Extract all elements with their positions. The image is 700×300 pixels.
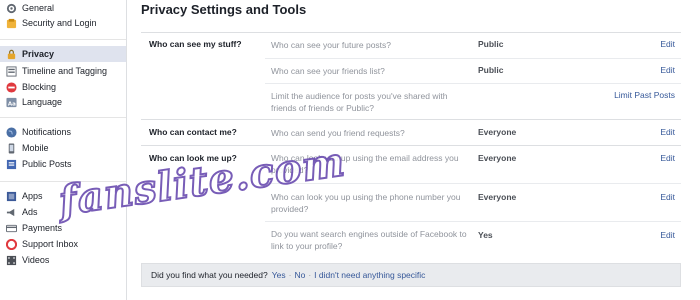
setting-value: Public bbox=[478, 65, 504, 75]
edit-future-posts-link[interactable]: Edit bbox=[660, 39, 675, 49]
sidebar-item-timeline[interactable]: Timeline and Tagging bbox=[0, 63, 126, 79]
setting-value: Everyone bbox=[478, 192, 517, 202]
section-who-can-see: Who can see my stuff? Who can see your f… bbox=[141, 32, 681, 119]
lifebuoy-icon bbox=[5, 238, 17, 250]
sidebar-item-label: Blocking bbox=[22, 82, 57, 92]
setting-value: Public bbox=[478, 39, 504, 49]
feedback-question: Did you find what you needed? bbox=[151, 270, 268, 280]
section-label: Who can look me up? bbox=[149, 153, 237, 163]
sidebar-item-privacy[interactable]: Privacy bbox=[0, 46, 126, 62]
sidebar-item-label: Payments bbox=[22, 223, 63, 233]
edit-friends-list-link[interactable]: Edit bbox=[660, 65, 675, 75]
separator-dot: · bbox=[288, 270, 292, 280]
sidebar-divider bbox=[0, 181, 126, 182]
gear-icon bbox=[5, 2, 17, 14]
payments-icon bbox=[5, 222, 17, 234]
timeline-icon bbox=[5, 65, 17, 77]
separator-dot: · bbox=[308, 270, 312, 280]
setting-question: Who can see your friends list? bbox=[271, 66, 385, 76]
edit-email-lookup-link[interactable]: Edit bbox=[660, 153, 675, 163]
settings-sidebar: General Security and Login Privacy Timel… bbox=[0, 0, 127, 300]
edit-friend-requests-link[interactable]: Edit bbox=[660, 127, 675, 137]
sidebar-item-label: Privacy bbox=[22, 49, 55, 59]
sidebar-item-notifications[interactable]: Notifications bbox=[0, 124, 126, 140]
setting-question: Who can send you friend requests? bbox=[271, 128, 405, 138]
sidebar-item-ads[interactable]: Ads bbox=[0, 204, 126, 220]
setting-question: Limit the audience for posts you've shar… bbox=[271, 91, 448, 113]
section-who-can-contact: Who can contact me? Who can send you fri… bbox=[141, 119, 681, 146]
setting-value: Everyone bbox=[478, 153, 517, 163]
sidebar-item-label: Public Posts bbox=[22, 159, 72, 169]
sidebar-item-label: Videos bbox=[22, 255, 50, 265]
setting-row: Who can send you friend requests? Everyo… bbox=[265, 120, 681, 146]
sidebar-item-apps[interactable]: Apps bbox=[0, 188, 126, 204]
setting-question: Who can look you up using the email addr… bbox=[271, 153, 459, 175]
setting-row: Do you want search engines outside of Fa… bbox=[265, 221, 681, 257]
page-title: Privacy Settings and Tools bbox=[141, 2, 307, 17]
feedback-yes-link[interactable]: Yes bbox=[272, 270, 286, 280]
sidebar-item-label: Notifications bbox=[22, 127, 72, 137]
sidebar-item-label: General bbox=[22, 3, 55, 13]
edit-search-engines-link[interactable]: Edit bbox=[660, 230, 675, 240]
setting-row: Who can look you up using the phone numb… bbox=[265, 183, 681, 222]
setting-value: Everyone bbox=[478, 127, 517, 137]
edit-phone-lookup-link[interactable]: Edit bbox=[660, 192, 675, 202]
sidebar-item-videos[interactable]: Videos bbox=[0, 252, 126, 268]
sidebar-item-blocking[interactable]: Blocking bbox=[0, 79, 126, 95]
section-label: Who can see my stuff? bbox=[149, 39, 242, 49]
sidebar-divider bbox=[0, 39, 126, 40]
sidebar-item-label: Language bbox=[22, 97, 63, 107]
sidebar-item-label: Apps bbox=[22, 191, 43, 201]
sidebar-item-label: Timeline and Tagging bbox=[22, 66, 108, 76]
section-who-can-look-up: Who can look me up? Who can look you up … bbox=[141, 145, 681, 256]
sidebar-item-label: Security and Login bbox=[22, 18, 97, 28]
setting-value: Yes bbox=[478, 230, 493, 240]
apps-icon bbox=[5, 190, 17, 202]
setting-question: Who can see your future posts? bbox=[271, 40, 392, 50]
setting-question: Do you want search engines outside of Fa… bbox=[271, 229, 467, 251]
feedback-bar: Did you find what you needed? Yes · No ·… bbox=[141, 263, 681, 287]
section-label: Who can contact me? bbox=[149, 127, 237, 137]
setting-row: Who can look you up using the email addr… bbox=[265, 146, 681, 183]
svg-text:Aa: Aa bbox=[7, 101, 15, 107]
sidebar-item-public-posts[interactable]: Public Posts bbox=[0, 156, 126, 172]
sidebar-item-language[interactable]: Aa Language bbox=[0, 94, 126, 110]
sidebar-item-payments[interactable]: Payments bbox=[0, 220, 126, 236]
language-icon: Aa bbox=[5, 96, 17, 108]
sidebar-item-mobile[interactable]: Mobile bbox=[0, 140, 126, 156]
sidebar-item-label: Mobile bbox=[22, 143, 49, 153]
block-icon bbox=[5, 81, 17, 93]
ads-icon bbox=[5, 206, 17, 218]
sidebar-item-support-inbox[interactable]: Support Inbox bbox=[0, 236, 126, 252]
setting-row: Who can see your friends list? Public Ed… bbox=[265, 58, 681, 84]
sidebar-item-label: Ads bbox=[22, 207, 38, 217]
video-icon bbox=[5, 254, 17, 266]
shield-icon bbox=[5, 17, 17, 29]
setting-row: Who can see your future posts? Public Ed… bbox=[265, 33, 681, 58]
setting-question: Who can look you up using the phone numb… bbox=[271, 192, 461, 214]
sidebar-item-security[interactable]: Security and Login bbox=[0, 15, 126, 31]
feedback-none-link[interactable]: I didn't need anything specific bbox=[314, 270, 425, 280]
mobile-icon bbox=[5, 142, 17, 154]
sidebar-item-label: Support Inbox bbox=[22, 239, 79, 249]
feedback-no-link[interactable]: No bbox=[294, 270, 305, 280]
globe-icon bbox=[5, 126, 17, 138]
sidebar-divider bbox=[0, 117, 126, 118]
sidebar-item-general[interactable]: General bbox=[0, 0, 126, 16]
public-posts-icon bbox=[5, 158, 17, 170]
limit-past-posts-link[interactable]: Limit Past Posts bbox=[614, 90, 675, 100]
setting-row: Limit the audience for posts you've shar… bbox=[265, 83, 681, 120]
lock-icon bbox=[5, 48, 17, 60]
